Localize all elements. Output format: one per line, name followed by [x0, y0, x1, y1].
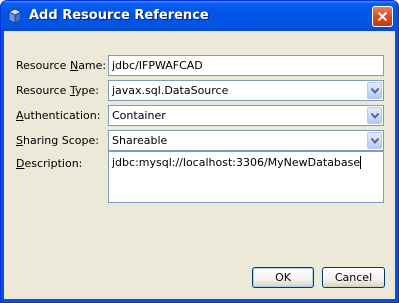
chevron-down-icon: [371, 138, 379, 144]
chevron-down-icon: [371, 88, 379, 94]
resource-type-label: Resource Type:: [16, 84, 99, 97]
text-caret: [360, 156, 362, 169]
close-x-icon: [377, 11, 388, 22]
window-title: Add Resource Reference: [29, 8, 209, 23]
description-text: jdbc:mysql://localhost:3306/MyNewDatabas…: [112, 156, 361, 169]
netbeans-cube-icon: [7, 8, 23, 24]
authentication-dropdown-button[interactable]: [367, 107, 382, 124]
resource-type-dropdown-button[interactable]: [367, 82, 382, 99]
resource-type-dropdown[interactable]: javax.sql.DataSource: [108, 80, 384, 101]
description-textarea[interactable]: jdbc:mysql://localhost:3306/MyNewDatabas…: [108, 151, 384, 203]
title-bar[interactable]: Add Resource Reference: [1, 1, 398, 31]
resource-type-value: javax.sql.DataSource: [112, 84, 229, 97]
dialog-body: Resource Name: jdbc/IFPWAFCAD Resource T…: [4, 31, 395, 299]
resource-name-label: Resource Name:: [16, 59, 107, 72]
dialog-window: Add Resource Reference Resource Name: jd…: [0, 0, 399, 303]
ok-button[interactable]: OK: [252, 267, 314, 288]
close-button[interactable]: [372, 6, 393, 27]
chevron-down-icon: [371, 113, 379, 119]
authentication-dropdown[interactable]: Container: [108, 105, 384, 126]
sharing-scope-dropdown-button[interactable]: [367, 132, 382, 149]
authentication-label: Authentication:: [16, 109, 101, 122]
sharing-scope-dropdown[interactable]: Shareable: [108, 130, 384, 151]
sharing-scope-value: Shareable: [112, 134, 168, 147]
sharing-scope-label: Sharing Scope:: [16, 134, 99, 147]
authentication-value: Container: [112, 109, 166, 122]
cancel-button[interactable]: Cancel: [322, 267, 385, 288]
resource-name-input[interactable]: jdbc/IFPWAFCAD: [108, 55, 384, 76]
description-label: Description:: [16, 157, 83, 170]
